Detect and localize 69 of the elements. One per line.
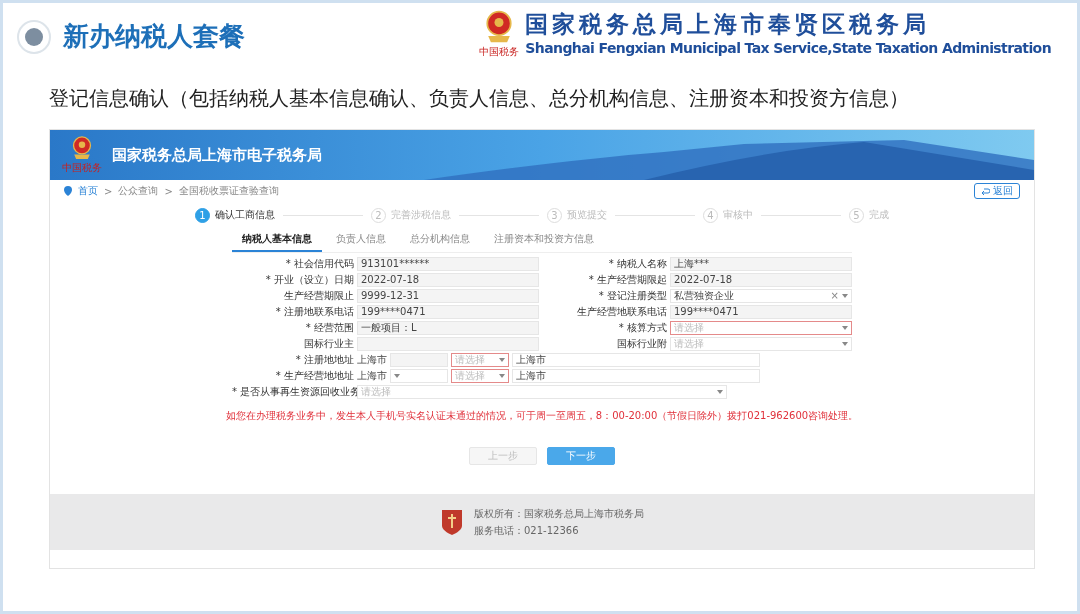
location-pin-icon [64, 186, 72, 196]
org-name: 国家税务总局上海市奉贤区税务局 [525, 10, 932, 39]
copyright-text: 版权所有：国家税务总局上海市税务局 [474, 506, 644, 521]
tab[interactable]: 总分机构信息 [400, 228, 480, 252]
field-label: * 核算方式 [617, 320, 668, 335]
breadcrumb-separator: > [164, 185, 173, 197]
logo-script: 中国税务 [62, 161, 102, 175]
notice-text: 如您在办理税务业务中，发生本人手机号实名认证未通过的情况，可于周一至周五，8：00-20:00（节假日除外）拨打021-962600咨询处理。 [224, 409, 860, 423]
breadcrumb-link[interactable]: 公众查询 [118, 184, 159, 198]
input-field[interactable]: 一般项目：L [357, 320, 539, 335]
field-prefix: 上海市 [357, 368, 388, 383]
logo-script: 中国税务 [479, 45, 520, 59]
input-field[interactable]: 2022-07-18 [670, 272, 852, 287]
input-field[interactable]: 9999-12-31 [357, 288, 539, 303]
step-label: 预览提交 [567, 208, 607, 222]
badge-icon [440, 508, 464, 536]
caret-icon [842, 341, 848, 346]
site-title: 国家税务总局上海市电子税务局 [112, 145, 322, 165]
phone-text: 服务电话：021-12366 [474, 523, 580, 538]
caret-icon [499, 373, 505, 378]
field-label: 生产经营地联系电话 [576, 304, 668, 319]
field-prefix: 上海市 [357, 352, 388, 367]
input-field[interactable]: 913101****** [357, 256, 539, 271]
step-label: 确认工商信息 [215, 208, 275, 222]
input-field[interactable] [390, 352, 448, 367]
field-label: 生产经营期限止 [283, 288, 355, 303]
caret-icon [717, 389, 723, 394]
step-number: 4 [703, 207, 718, 223]
field-label: * 开业（设立）日期 [264, 272, 355, 287]
caret-icon [499, 357, 505, 362]
field-label: * 纳税人名称 [607, 256, 668, 271]
step-number: 2 [371, 207, 386, 223]
field-label: * 经营范围 [304, 320, 355, 335]
field-label: * 注册地地址 [294, 352, 355, 367]
input-field[interactable] [357, 336, 539, 351]
caret-icon [394, 373, 400, 378]
slide-title: 新办纳税人套餐 [63, 20, 245, 53]
input-field[interactable]: 2022-07-18 [357, 272, 539, 287]
field-label: 国标行业附 [616, 336, 668, 351]
caret-icon [842, 293, 848, 298]
field-label: * 社会信用代码 [284, 256, 355, 271]
input-field[interactable]: 上海*** [670, 256, 852, 271]
field-label: * 注册地联系电话 [274, 304, 355, 319]
tab[interactable]: 注册资本和投资方信息 [484, 228, 604, 252]
caret-icon [842, 325, 848, 330]
next-button[interactable]: 下一步 [547, 447, 615, 465]
field-label: 国标行业主 [303, 336, 355, 351]
step-number: 1 [195, 207, 210, 223]
field-label: * 生产经营地地址 [274, 368, 355, 383]
tab[interactable]: 负责人信息 [326, 228, 396, 252]
breadcrumb-link[interactable]: 全国税收票证查验查询 [178, 184, 279, 198]
bullet-icon [17, 19, 51, 54]
input-field[interactable]: 上海市 [512, 368, 760, 383]
field-label: * 登记注册类型 [597, 288, 668, 303]
step-number: 5 [849, 207, 864, 223]
field-label: * 生产经营期限起 [587, 272, 668, 287]
slide-subtitle: 登记信息确认（包括纳税人基本信息确认、负责人信息、总分机构信息、注册资本和投资方信息） [48, 85, 910, 112]
breadcrumb-link[interactable]: 首页 [78, 184, 98, 198]
input-field[interactable]: 上海市 [512, 352, 760, 367]
breadcrumb-separator: > [104, 185, 113, 197]
org-name-english: Shanghai Fengxian Municipal Tax Service,State Taxation Administration [525, 40, 1051, 56]
return-arrow-icon [981, 187, 990, 195]
input-field[interactable]: 199****0471 [670, 304, 852, 319]
input-field[interactable]: 199****0471 [357, 304, 539, 319]
tab[interactable]: 纳税人基本信息 [232, 228, 322, 252]
back-button[interactable]: 返回 [974, 183, 1020, 199]
select-field[interactable] [390, 368, 448, 383]
step-number: 3 [547, 207, 562, 223]
select-field[interactable]: 私营独资企业 × [670, 288, 852, 303]
